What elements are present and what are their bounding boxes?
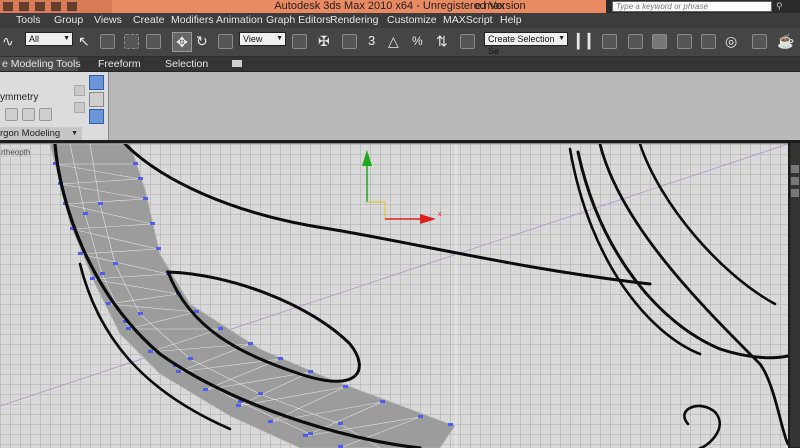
undo-icon[interactable]: [19, 2, 29, 11]
tab-graphite-modeling-tools[interactable]: e Modeling Tools: [0, 57, 81, 71]
symmetry-label: ymmetry: [0, 92, 39, 103]
spinner-snap-icon[interactable]: ⇅: [436, 31, 448, 51]
select-by-name-icon[interactable]: [100, 34, 115, 49]
keyboard-shortcut-override-icon[interactable]: [342, 34, 357, 49]
selection-region-icon[interactable]: [124, 34, 139, 49]
search-icon[interactable]: ⚲: [776, 1, 786, 11]
selection-filter-value: All: [29, 34, 40, 44]
command-panel-swatch-3[interactable]: [791, 189, 799, 197]
selection-filter-dropdown[interactable]: All ▼: [25, 32, 73, 46]
chevron-down-icon: ▼: [71, 130, 78, 137]
render-setup-icon[interactable]: [752, 34, 767, 49]
command-panel-swatch-1[interactable]: [791, 165, 799, 173]
modify-mode-icon[interactable]: [89, 109, 104, 124]
menu-rendering[interactable]: Rendering: [330, 14, 378, 27]
quick-access-toolbar: [0, 0, 112, 13]
ribbon-panel: ymmetry rgon Modeling ▼: [0, 72, 800, 140]
percent-snap-icon[interactable]: %: [412, 31, 423, 51]
move-icon[interactable]: ✥: [172, 32, 192, 52]
menu-graph-editors[interactable]: Graph Editors: [266, 14, 331, 27]
window-crossing-icon[interactable]: [146, 34, 161, 49]
schematic-view-icon[interactable]: [701, 34, 716, 49]
material-editor-icon[interactable]: ◎: [725, 31, 737, 51]
layer-manager-icon[interactable]: [628, 34, 643, 49]
menu-tools[interactable]: Tools: [16, 14, 41, 27]
help-search-bar: ⚲: [606, 0, 800, 13]
quick-access-dropdown-icon[interactable]: [67, 2, 77, 11]
save-icon[interactable]: [3, 2, 13, 11]
menu-animation[interactable]: Animation: [216, 14, 263, 27]
menu-create[interactable]: Create: [133, 14, 165, 27]
graphite-toggle-icon[interactable]: [652, 34, 667, 49]
pin-stack-icon[interactable]: [89, 92, 104, 107]
show-end-result-icon[interactable]: [89, 75, 104, 90]
menu-help[interactable]: Help: [500, 14, 522, 27]
mirror-icon[interactable]: ▎▎: [577, 31, 599, 51]
chevron-down-icon: ▼: [558, 35, 565, 42]
scale-icon[interactable]: [218, 34, 233, 49]
menu-customize[interactable]: Customize: [387, 14, 437, 27]
percent-snap-label: %: [412, 34, 423, 48]
snaps-toggle-icon[interactable]: 3: [368, 31, 375, 51]
reference-coordinate-dropdown[interactable]: View ▼: [239, 32, 286, 46]
hold-icon[interactable]: [51, 2, 61, 11]
viewport-area: x rtheopth: [0, 140, 800, 448]
gizmo-x-label: x: [438, 211, 442, 218]
menu-bar: Tools Group Views Create Modifiers Anima…: [0, 13, 800, 29]
select-object-icon[interactable]: ↖: [78, 31, 90, 51]
angle-snap-icon[interactable]: △: [388, 31, 399, 51]
reference-coordinate-value: View: [243, 34, 263, 44]
render-teapot-icon[interactable]: ☕: [777, 31, 794, 51]
panel-button-2[interactable]: [22, 108, 35, 121]
help-search-input[interactable]: [612, 1, 772, 12]
polygon-modeling-dropdown[interactable]: rgon Modeling ▼: [0, 127, 82, 140]
panel-button-1[interactable]: [5, 108, 18, 121]
menu-group[interactable]: Group: [54, 14, 83, 27]
command-panel-swatch-2[interactable]: [791, 177, 799, 185]
panel-button-3[interactable]: [39, 108, 52, 121]
named-selection-dropdown[interactable]: Create Selection Se ▼: [484, 32, 568, 56]
menu-maxscript[interactable]: MAXScript: [443, 14, 493, 27]
curve-editor-icon[interactable]: [677, 34, 692, 49]
chevron-down-icon: ▼: [63, 35, 70, 42]
pivot-center-icon[interactable]: [292, 34, 307, 49]
link-icon[interactable]: ∿: [2, 31, 14, 51]
tab-selection[interactable]: Selection: [165, 57, 208, 71]
tab-freeform[interactable]: Freeform: [98, 57, 141, 71]
named-selection-value: Create Selection Se: [488, 34, 555, 56]
snaps-toggle-label: 3: [368, 33, 376, 48]
chevron-down-icon: ▼: [276, 35, 283, 42]
viewport-canvas[interactable]: x: [0, 144, 788, 448]
select-manipulate-icon[interactable]: ✠: [318, 31, 330, 51]
main-toolbar: ∿ All ▼ ↖ ✥ ↻ View ▼ ✠ 3 △ % ⇅ Create Se…: [0, 28, 800, 57]
polygon-modeling-panel: ymmetry rgon Modeling ▼: [0, 72, 109, 140]
menu-views[interactable]: Views: [94, 14, 122, 27]
ignore-backfacing-icon[interactable]: [74, 102, 85, 113]
menu-modifiers[interactable]: Modifiers: [171, 14, 214, 27]
viewport-label[interactable]: rtheopth: [1, 148, 31, 157]
window-file-name: e.max: [475, 0, 505, 12]
preserve-uvs-icon[interactable]: [74, 85, 85, 96]
redo-icon[interactable]: [35, 2, 45, 11]
align-icon[interactable]: [602, 34, 617, 49]
viewport-front[interactable]: x rtheopth: [0, 143, 788, 448]
edit-named-selection-icon[interactable]: [460, 34, 475, 49]
ribbon-tab-bar: e Modeling Tools Freeform Selection: [0, 57, 800, 72]
ribbon-minimize-icon[interactable]: [232, 60, 242, 67]
polygon-modeling-label: rgon Modeling: [0, 128, 61, 139]
rotate-icon[interactable]: ↻: [196, 31, 208, 51]
command-panel-edge: [790, 143, 800, 447]
